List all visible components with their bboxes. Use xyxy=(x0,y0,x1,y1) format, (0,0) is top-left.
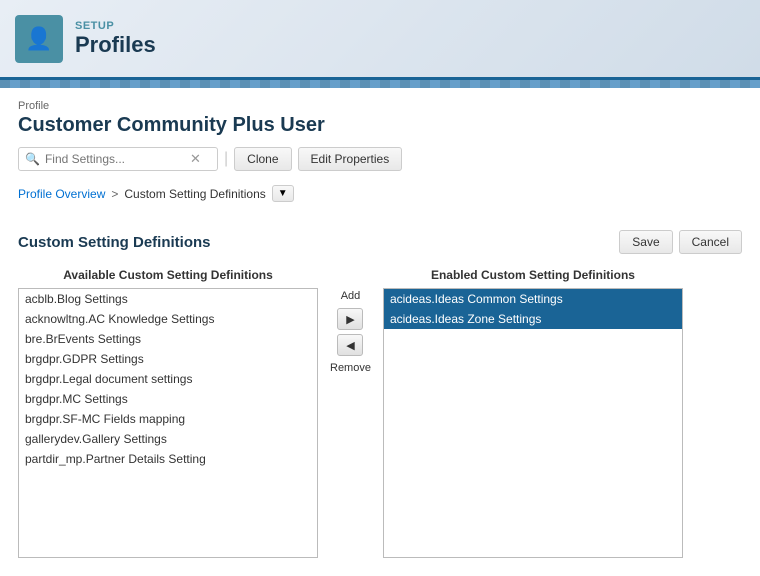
search-icon: 🔍 xyxy=(25,152,40,166)
list-item[interactable]: brgdpr.MC Settings xyxy=(19,389,317,409)
search-input[interactable] xyxy=(45,152,185,166)
breadcrumb-separator: > xyxy=(111,187,118,201)
list-item[interactable]: brgdpr.Legal document settings xyxy=(19,369,317,389)
breadcrumb-current: Custom Setting Definitions xyxy=(124,187,265,201)
profile-label: Profile xyxy=(18,100,742,112)
list-item[interactable]: acideas.Ideas Zone Settings xyxy=(384,309,682,329)
clone-button[interactable]: Clone xyxy=(234,147,291,171)
profile-name: Customer Community Plus User xyxy=(18,114,742,137)
content-area: Custom Setting Definitions Save Cancel A… xyxy=(0,230,760,576)
lists-container: Available Custom Setting Definitions acb… xyxy=(18,268,742,558)
list-item[interactable]: acblb.Blog Settings xyxy=(19,289,317,309)
list-item[interactable]: brgdpr.GDPR Settings xyxy=(19,349,317,369)
toolbar-divider: | xyxy=(224,150,228,168)
enabled-list-column: Enabled Custom Setting Definitions acide… xyxy=(383,268,683,558)
page-header: 👤 SETUP Profiles xyxy=(0,0,760,80)
page-title: Profiles xyxy=(75,32,156,58)
section-header: Custom Setting Definitions Save Cancel xyxy=(18,230,742,254)
save-button[interactable]: Save xyxy=(619,230,672,254)
list-item[interactable]: partdir_mp.Partner Details Setting xyxy=(19,449,317,469)
breadcrumb-dropdown-button[interactable]: ▼ xyxy=(272,185,294,202)
edit-properties-button[interactable]: Edit Properties xyxy=(298,147,403,171)
setup-label: SETUP xyxy=(75,20,156,32)
search-box[interactable]: 🔍 ✕ xyxy=(18,147,218,171)
remove-button[interactable]: ◀ xyxy=(337,334,363,356)
available-list-box[interactable]: acblb.Blog Settingsacknowltng.AC Knowled… xyxy=(18,288,318,558)
breadcrumb-overview-link[interactable]: Profile Overview xyxy=(18,187,105,201)
breadcrumb: Profile Overview > Custom Setting Defini… xyxy=(18,185,742,202)
search-clear-icon[interactable]: ✕ xyxy=(190,151,201,167)
deco-bar xyxy=(0,80,760,88)
remove-label: Remove xyxy=(330,362,371,374)
header-text: SETUP Profiles xyxy=(75,20,156,58)
list-item[interactable]: acideas.Ideas Common Settings xyxy=(384,289,682,309)
list-item[interactable]: acknowltng.AC Knowledge Settings xyxy=(19,309,317,329)
available-list-label: Available Custom Setting Definitions xyxy=(63,268,273,282)
middle-controls: Add ▶ ◀ Remove xyxy=(318,290,383,374)
available-list-column: Available Custom Setting Definitions acb… xyxy=(18,268,318,558)
list-item[interactable]: brgdpr.SF-MC Fields mapping xyxy=(19,409,317,429)
profile-icon: 👤 xyxy=(15,15,63,63)
section-actions: Save Cancel xyxy=(619,230,742,254)
add-label: Add xyxy=(341,290,361,302)
section-title: Custom Setting Definitions xyxy=(18,234,211,251)
main-content: Profile Customer Community Plus User 🔍 ✕… xyxy=(0,88,760,230)
enabled-list-label: Enabled Custom Setting Definitions xyxy=(431,268,635,282)
enabled-list-box[interactable]: acideas.Ideas Common Settingsacideas.Ide… xyxy=(383,288,683,558)
add-button[interactable]: ▶ xyxy=(337,308,363,330)
cancel-button[interactable]: Cancel xyxy=(679,230,742,254)
toolbar: 🔍 ✕ | Clone Edit Properties xyxy=(18,147,742,171)
list-item[interactable]: bre.BrEvents Settings xyxy=(19,329,317,349)
list-item[interactable]: gallerydev.Gallery Settings xyxy=(19,429,317,449)
